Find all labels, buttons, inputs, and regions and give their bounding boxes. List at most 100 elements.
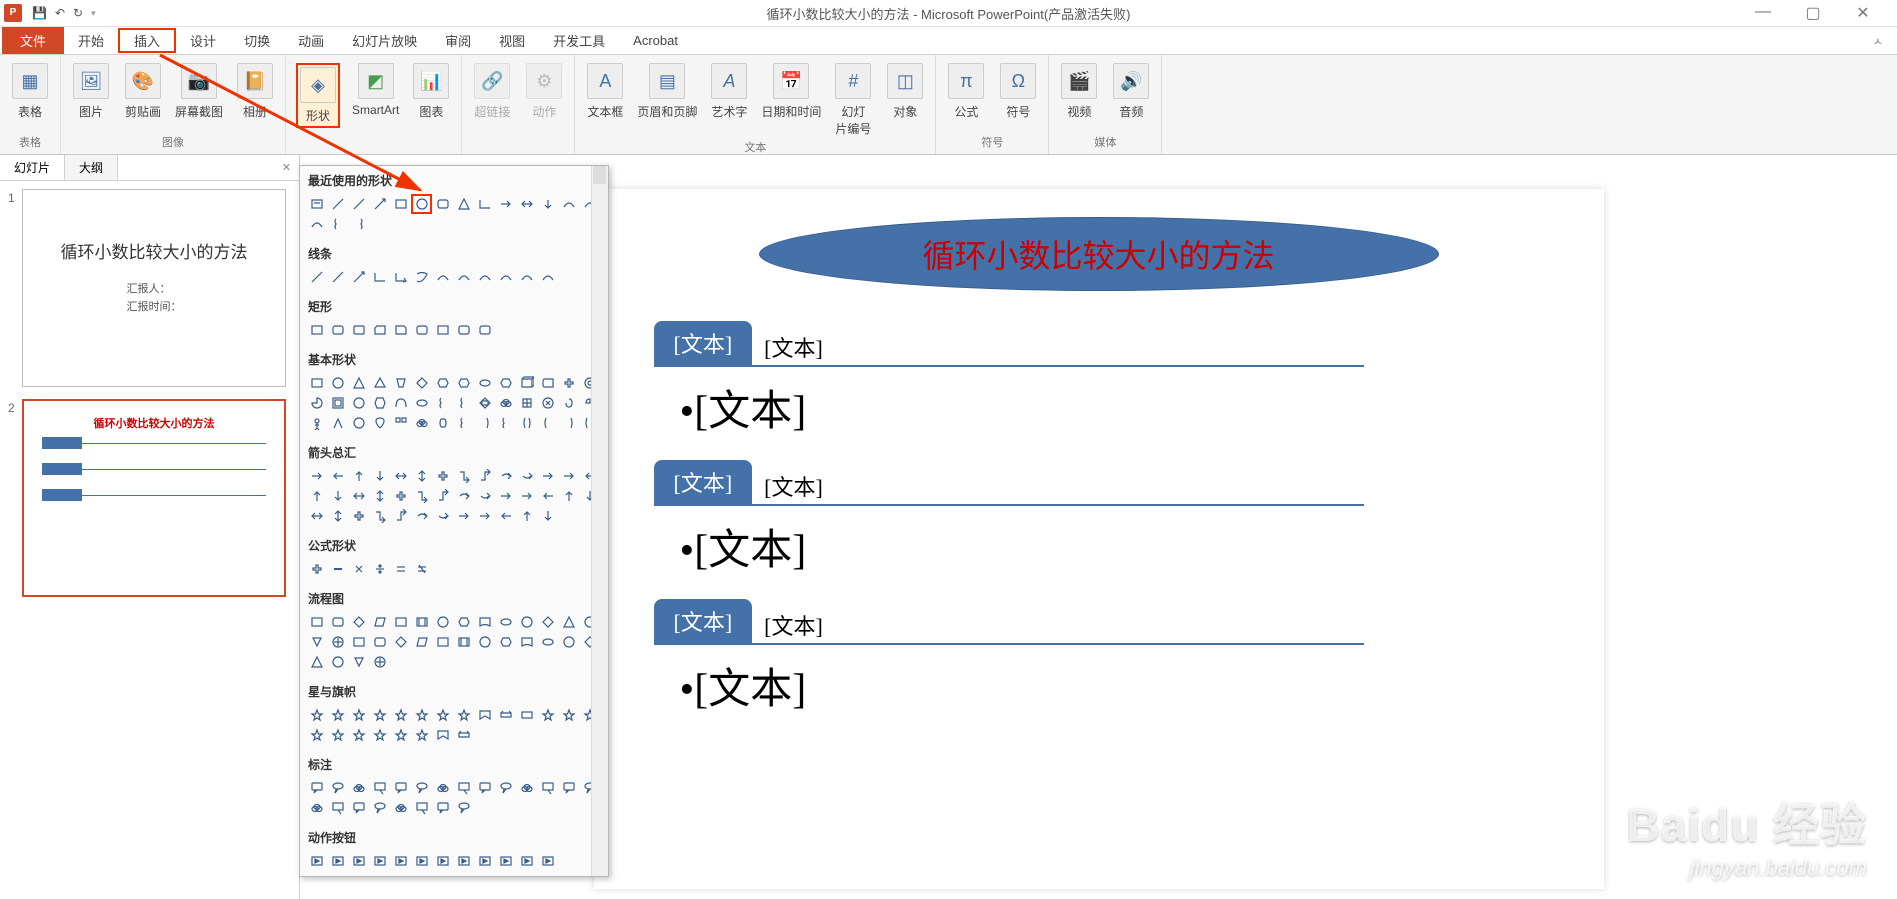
- shape-option[interactable]: [537, 778, 558, 798]
- shape-option[interactable]: [327, 373, 348, 393]
- shape-option[interactable]: [369, 652, 390, 672]
- shape-option[interactable]: [432, 506, 453, 526]
- shape-option[interactable]: [369, 413, 390, 433]
- shape-option[interactable]: [327, 486, 348, 506]
- maximize-button[interactable]: ▢: [1799, 3, 1827, 23]
- shape-option[interactable]: [390, 466, 411, 486]
- shape-option[interactable]: [495, 612, 516, 632]
- shape-option[interactable]: [474, 486, 495, 506]
- shape-option[interactable]: [432, 486, 453, 506]
- shape-option[interactable]: [369, 851, 390, 871]
- shape-option[interactable]: [432, 413, 453, 433]
- shape-option[interactable]: [306, 320, 327, 340]
- shape-option[interactable]: [327, 413, 348, 433]
- shape-option[interactable]: [453, 632, 474, 652]
- shape-option[interactable]: [306, 798, 327, 818]
- shape-option[interactable]: [453, 851, 474, 871]
- close-button[interactable]: ✕: [1849, 3, 1877, 23]
- insert-slidenum-button[interactable]: #幻灯 片编号: [833, 63, 873, 137]
- tab-design[interactable]: 设计: [176, 27, 230, 54]
- shape-option[interactable]: [348, 194, 369, 214]
- shape-option[interactable]: [306, 559, 327, 579]
- tab-transitions[interactable]: 切换: [230, 27, 284, 54]
- shape-option[interactable]: [369, 466, 390, 486]
- shape-option[interactable]: [516, 466, 537, 486]
- shape-option[interactable]: [432, 466, 453, 486]
- shape-option[interactable]: [537, 466, 558, 486]
- shape-option[interactable]: [453, 798, 474, 818]
- shape-option[interactable]: [474, 373, 495, 393]
- insert-object-button[interactable]: ◫对象: [885, 63, 925, 120]
- shape-option[interactable]: [306, 725, 327, 745]
- shape-option[interactable]: [453, 486, 474, 506]
- panel-close-icon[interactable]: ✕: [274, 155, 299, 180]
- shape-option[interactable]: [495, 466, 516, 486]
- shape-option[interactable]: [453, 705, 474, 725]
- shape-option[interactable]: [411, 612, 432, 632]
- shape-option[interactable]: [327, 705, 348, 725]
- shape-option[interactable]: [495, 486, 516, 506]
- shape-option[interactable]: [348, 486, 369, 506]
- shape-option[interactable]: [411, 559, 432, 579]
- shape-option[interactable]: [516, 194, 537, 214]
- shape-option[interactable]: [411, 194, 432, 214]
- shape-option[interactable]: [369, 194, 390, 214]
- shape-option[interactable]: [390, 725, 411, 745]
- shape-option[interactable]: [432, 267, 453, 287]
- undo-icon[interactable]: ↶: [55, 6, 65, 20]
- shape-option[interactable]: [558, 373, 579, 393]
- shape-option[interactable]: [453, 393, 474, 413]
- shape-option[interactable]: [516, 632, 537, 652]
- shape-option[interactable]: [432, 798, 453, 818]
- panel-tab-outline[interactable]: 大纲: [65, 155, 118, 180]
- shape-option[interactable]: [327, 320, 348, 340]
- shape-option[interactable]: [348, 798, 369, 818]
- shape-option[interactable]: [348, 214, 369, 234]
- shape-option[interactable]: [432, 320, 453, 340]
- shape-option[interactable]: [474, 851, 495, 871]
- shape-option[interactable]: [306, 705, 327, 725]
- shape-option[interactable]: [327, 851, 348, 871]
- shape-option[interactable]: [306, 194, 327, 214]
- shape-option[interactable]: [495, 506, 516, 526]
- shape-option[interactable]: [537, 194, 558, 214]
- shape-option[interactable]: [348, 267, 369, 287]
- shape-option[interactable]: [495, 851, 516, 871]
- shape-option[interactable]: [432, 778, 453, 798]
- shape-option[interactable]: [327, 798, 348, 818]
- shape-option[interactable]: [453, 506, 474, 526]
- shape-option[interactable]: [369, 320, 390, 340]
- shape-option[interactable]: [348, 725, 369, 745]
- shape-option[interactable]: [348, 466, 369, 486]
- shape-option[interactable]: [327, 194, 348, 214]
- shape-option[interactable]: [306, 652, 327, 672]
- shape-option[interactable]: [558, 705, 579, 725]
- shape-option[interactable]: [516, 486, 537, 506]
- shape-option[interactable]: [348, 632, 369, 652]
- shape-option[interactable]: [390, 393, 411, 413]
- shape-option[interactable]: [558, 393, 579, 413]
- redo-icon[interactable]: ↻: [73, 6, 83, 20]
- shapes-dropdown[interactable]: 最近使用的形状 线条 矩形 基本形状 箭头总汇 公式形状 流程图 星与旗帜 标注…: [299, 165, 609, 877]
- insert-screenshot-button[interactable]: 📷屏幕截图: [175, 63, 223, 120]
- shape-option[interactable]: [537, 486, 558, 506]
- shape-option[interactable]: [369, 778, 390, 798]
- shape-option[interactable]: [432, 725, 453, 745]
- shape-option[interactable]: [306, 413, 327, 433]
- shape-option[interactable]: [558, 413, 579, 433]
- shape-option[interactable]: [495, 413, 516, 433]
- shape-option[interactable]: [411, 267, 432, 287]
- tab-home[interactable]: 开始: [64, 27, 118, 54]
- shape-option[interactable]: [390, 267, 411, 287]
- save-icon[interactable]: 💾: [32, 6, 47, 20]
- shape-option[interactable]: [537, 506, 558, 526]
- shape-option[interactable]: [327, 466, 348, 486]
- shape-option[interactable]: [411, 393, 432, 413]
- ribbon-collapse-icon[interactable]: ㅅ: [1873, 27, 1897, 54]
- shape-option[interactable]: [453, 778, 474, 798]
- shape-option[interactable]: [390, 486, 411, 506]
- shape-option[interactable]: [348, 851, 369, 871]
- shape-option[interactable]: [516, 851, 537, 871]
- shape-option[interactable]: [558, 486, 579, 506]
- insert-textbox-button[interactable]: A文本框: [585, 63, 625, 120]
